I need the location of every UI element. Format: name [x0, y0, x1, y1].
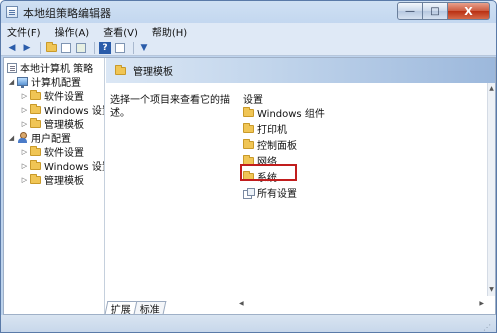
minimize-button[interactable]: — — [397, 2, 423, 20]
status-bar: ⋰ — [1, 315, 496, 332]
window-title: 本地组策略编辑器 — [23, 7, 111, 20]
close-button[interactable]: X — [448, 2, 490, 20]
tab-label: 标准 — [139, 304, 160, 316]
forward-arrow-icon[interactable]: ▶ — [21, 42, 33, 54]
tree-item-label: 计算机配置 — [31, 78, 81, 89]
folder-icon — [30, 159, 41, 170]
tree-item-user-windows[interactable]: ▷ Windows 设置 — [21, 159, 104, 173]
list-item-label: 控制面板 — [257, 141, 297, 152]
policy-editor-app-icon — [6, 6, 18, 18]
menu-action[interactable]: 操作(A) — [55, 24, 90, 39]
list-item-label: Windows 组件 — [257, 109, 325, 120]
expand-arrow-icon[interactable]: ▷ — [21, 148, 28, 156]
properties-icon[interactable] — [114, 42, 126, 54]
tree-item-label: 管理模板 — [44, 176, 84, 187]
list-item-control-panel[interactable]: 控制面板 — [243, 138, 297, 152]
list-item-windows-components[interactable]: Windows 组件 — [243, 106, 325, 120]
folder-icon — [30, 173, 41, 184]
export-list-icon[interactable] — [75, 42, 87, 54]
details-header: 管理模板 — [106, 58, 495, 83]
all-settings-icon — [243, 187, 255, 199]
list-item-all-settings[interactable]: 所有设置 — [243, 186, 297, 200]
tab-label: 扩展 — [110, 304, 131, 316]
details-header-title: 管理模板 — [133, 67, 173, 78]
toolbar-separator — [133, 41, 134, 54]
tree-item-label: Windows 设置 — [44, 162, 104, 173]
tree-item-label: 管理模板 — [44, 120, 84, 131]
folder-icon — [30, 103, 41, 114]
description-text: 选择一个项目来查看它的描述。 — [110, 95, 230, 119]
view-tabs: 扩展 标准 — [104, 300, 167, 316]
expand-arrow-icon[interactable]: ▷ — [21, 162, 28, 170]
folder-icon — [243, 138, 254, 149]
folder-icon — [30, 89, 41, 100]
title-bar[interactable]: 本地组策略编辑器 — □ X — [1, 1, 496, 23]
highlight-box-system — [240, 164, 297, 181]
menu-view[interactable]: 查看(V) — [103, 24, 138, 39]
list-item-label: 所有设置 — [257, 189, 297, 200]
scroll-down-icon[interactable]: ▼ — [488, 286, 495, 294]
folder-icon — [30, 117, 41, 128]
tree-item-user-admin-templates[interactable]: ▷ 管理模板 — [21, 173, 84, 187]
tree-item-computer-admin-templates[interactable]: ▷ 管理模板 — [21, 117, 84, 131]
folder-up-icon[interactable] — [45, 41, 57, 54]
tree-item-computer-windows[interactable]: ▷ Windows 设置 — [21, 103, 104, 117]
navigation-tree: 本地计算机 策略 ◢ 计算机配置 ▷ 软件设置 ▷ Windows 设置 ▷ 管… — [4, 58, 105, 314]
tree-item-user-software[interactable]: ▷ 软件设置 — [21, 145, 84, 159]
tab-standard[interactable]: 标准 — [133, 301, 167, 316]
help-icon[interactable]: ? — [99, 41, 111, 54]
toolbar: ◀ ▶ ? ▼ — [1, 40, 496, 56]
tree-item-label: Windows 设置 — [44, 106, 104, 117]
tree-item-user-config[interactable]: ◢ 用户配置 — [8, 131, 71, 145]
tree-item-label: 软件设置 — [44, 92, 84, 103]
expand-arrow-icon[interactable]: ▷ — [21, 106, 28, 114]
tree-item-computer-config[interactable]: ◢ 计算机配置 — [8, 75, 81, 89]
details-pane: 管理模板 选择一个项目来查看它的描述。 设置 Windows 组件 打印机 控制… — [106, 58, 495, 314]
scroll-left-icon[interactable]: ◀ — [239, 300, 244, 307]
scroll-up-icon[interactable]: ▲ — [488, 85, 495, 93]
window-controls: — □ X — [397, 2, 490, 20]
horizontal-scrollbar[interactable]: ◀ ▶ — [236, 300, 487, 308]
tree-item-label: 本地计算机 策略 — [20, 64, 94, 75]
tree-item-label: 用户配置 — [31, 134, 71, 145]
vertical-scrollbar[interactable]: ▲ ▼ — [487, 83, 495, 296]
menu-help[interactable]: 帮助(H) — [152, 24, 187, 39]
folder-icon — [115, 64, 126, 75]
policy-icon — [7, 62, 17, 73]
scroll-right-icon[interactable]: ▶ — [479, 300, 484, 307]
computer-icon — [17, 77, 28, 88]
list-item-printers[interactable]: 打印机 — [243, 122, 287, 136]
toolbar-separator — [40, 41, 41, 54]
folder-icon — [30, 145, 41, 156]
toolbar-separator — [94, 41, 95, 54]
main-content: 本地计算机 策略 ◢ 计算机配置 ▷ 软件设置 ▷ Windows 设置 ▷ 管… — [3, 57, 496, 316]
menu-bar: 文件(F) 操作(A) 查看(V) 帮助(H) — [1, 23, 496, 40]
expand-arrow-icon[interactable]: ▷ — [21, 92, 28, 100]
tree-item-computer-software[interactable]: ▷ 软件设置 — [21, 89, 84, 103]
column-header-setting[interactable]: 设置 — [243, 91, 263, 106]
folder-icon — [243, 122, 254, 133]
back-arrow-icon[interactable]: ◀ — [6, 42, 18, 54]
settings-list: 设置 Windows 组件 打印机 控制面板 网络 系统 所有设置 — [236, 83, 487, 296]
user-icon — [17, 132, 28, 143]
folder-icon — [243, 106, 254, 117]
menu-file[interactable]: 文件(F) — [7, 24, 41, 39]
collapse-arrow-icon[interactable]: ◢ — [8, 134, 15, 142]
tree-item-label: 软件设置 — [44, 148, 84, 159]
filter-icon[interactable]: ▼ — [138, 42, 150, 54]
expand-arrow-icon[interactable]: ▷ — [21, 176, 28, 184]
expand-arrow-icon[interactable]: ▷ — [21, 120, 28, 128]
maximize-button[interactable]: □ — [423, 2, 448, 20]
show-hide-tree-icon[interactable] — [60, 42, 72, 54]
resize-grip-icon[interactable]: ⋰ — [483, 323, 493, 332]
list-item-label: 打印机 — [257, 125, 287, 136]
tree-item-root[interactable]: 本地计算机 策略 — [7, 61, 94, 75]
app-window: 本地组策略编辑器 — □ X 文件(F) 操作(A) 查看(V) 帮助(H) ◀… — [0, 0, 497, 333]
tab-extended[interactable]: 扩展 — [104, 301, 138, 316]
collapse-arrow-icon[interactable]: ◢ — [8, 78, 15, 86]
